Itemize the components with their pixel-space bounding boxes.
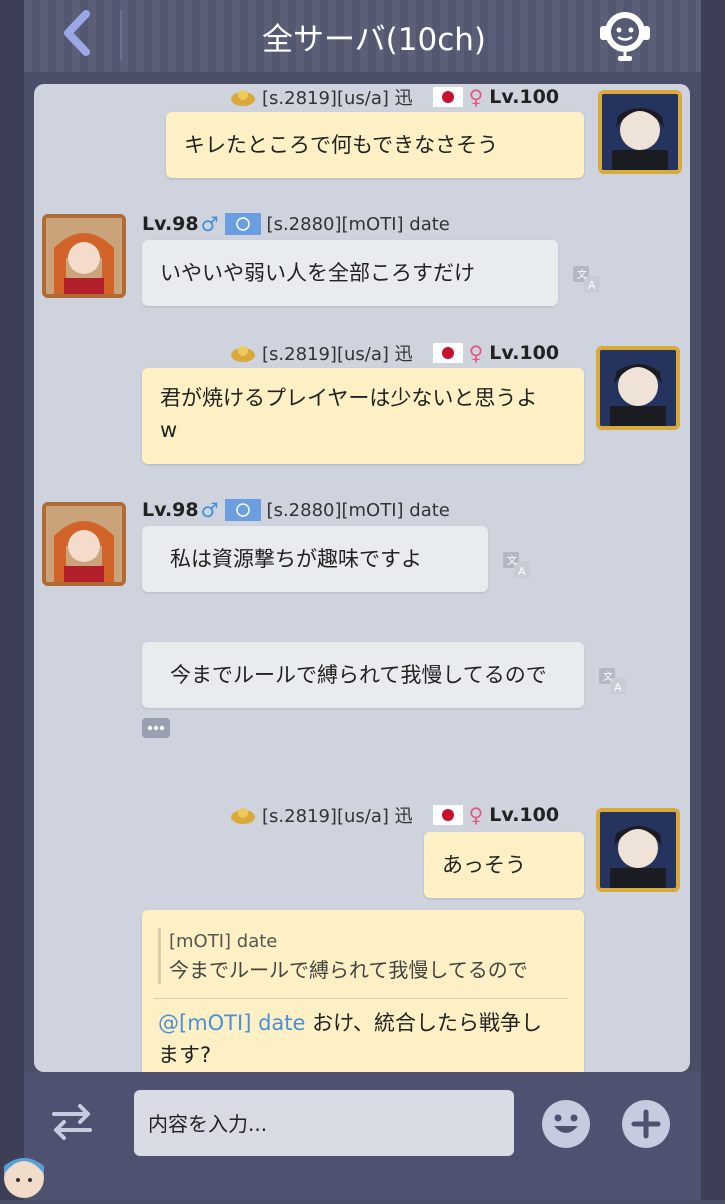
- message-bubble[interactable]: 君が焼けるプレイヤーは少ないと思うよ w: [142, 368, 584, 464]
- quoted-author: [mOTI] date: [169, 931, 278, 952]
- quoted-message[interactable]: [mOTI] date 今までルールで縛られて我慢してるので: [158, 928, 568, 984]
- female-icon: ♀: [468, 341, 484, 365]
- side-border-left: [0, 0, 24, 1200]
- sender-level: Lv.100: [489, 86, 560, 108]
- avatar-portrait-icon: [600, 350, 676, 426]
- sender-server: [s.2819][us/a] 迅: [262, 806, 413, 827]
- sender-level: Lv.100: [489, 804, 560, 826]
- header-bar: 全サーバ(10ch): [24, 0, 701, 72]
- message-meta: Lv.98 ♂ [s.2880][mOTI] date: [142, 498, 450, 522]
- message-bubble[interactable]: 私は資源撃ちが趣味ですよ: [142, 526, 488, 592]
- message-text: 今までルールで縛られて我慢してるので: [170, 663, 547, 687]
- avatar[interactable]: [42, 502, 126, 586]
- app-frame: 全サーバ(10ch) [s.2819][us/a] 迅 ♀ Lv.100 キレた…: [0, 0, 725, 1200]
- headset-icon: [600, 12, 650, 61]
- laurel-badge-icon: [231, 808, 255, 824]
- message-text: 私は資源撃ちが趣味ですよ: [170, 547, 422, 571]
- laurel-badge-icon: [231, 346, 255, 362]
- message-bubble[interactable]: いやいや弱い人を全部ころすだけ: [142, 240, 558, 306]
- translate-icon: 文A: [599, 668, 626, 694]
- smiley-icon: [542, 1100, 590, 1148]
- switch-channel-button[interactable]: [48, 1100, 96, 1144]
- message-meta: [s.2819][us/a] 迅 ♀ Lv.100: [230, 802, 559, 828]
- reply-message-bubble[interactable]: [mOTI] date 今までルールで縛られて我慢してるので @[mOTI] d…: [142, 910, 584, 1072]
- svg-text:文: 文: [577, 268, 587, 281]
- svg-text:A: A: [518, 565, 526, 578]
- ellipsis-icon: [147, 725, 165, 731]
- mascot-avatar-icon: [4, 1158, 44, 1198]
- avatar[interactable]: [596, 346, 680, 430]
- sender-server: [s.2819][us/a] 迅: [262, 88, 413, 109]
- translate-button[interactable]: 文A: [598, 666, 628, 696]
- svg-text:A: A: [614, 681, 622, 694]
- quote-divider: [154, 998, 568, 999]
- message-input[interactable]: 内容を入力...: [134, 1090, 514, 1156]
- avatar-portrait-icon: [600, 812, 676, 888]
- quoted-text: 今までルールで縛られて我慢してるので: [169, 958, 528, 982]
- header-divider: [120, 10, 122, 60]
- reply-body: @[mOTI] date おけ、統合したら戦争し ます?: [158, 1007, 568, 1071]
- laurel-badge-icon: [231, 90, 255, 106]
- emoji-button[interactable]: [540, 1098, 592, 1150]
- sender-server: [s.2880][mOTI] date: [266, 213, 450, 235]
- chat-area[interactable]: [s.2819][us/a] 迅 ♀ Lv.100 キレたところで何もできなさそ…: [34, 84, 690, 1072]
- un-flag-icon: [224, 213, 261, 235]
- message-text-line: w: [160, 418, 178, 442]
- svg-text:A: A: [588, 279, 596, 292]
- floating-mascot-button[interactable]: [0, 1148, 48, 1200]
- female-icon: ♀: [468, 85, 484, 109]
- message-text: おけ、統合したら戦争し: [305, 1011, 543, 1035]
- japan-flag-icon: [432, 343, 463, 363]
- sender-level: Lv.98: [142, 499, 199, 521]
- avatar-portrait-icon: [46, 506, 122, 582]
- message-text: いやいや弱い人を全部ころすだけ: [160, 261, 475, 285]
- customer-support-button[interactable]: [594, 6, 656, 62]
- message-meta: [s.2819][us/a] 迅 ♀ Lv.100: [230, 84, 559, 110]
- svg-text:文: 文: [603, 670, 613, 683]
- sender-server: [s.2819][us/a] 迅: [262, 344, 413, 365]
- japan-flag-icon: [432, 87, 463, 107]
- input-bar: 内容を入力...: [4, 1072, 701, 1200]
- translate-icon: 文A: [573, 266, 600, 292]
- more-options-button[interactable]: [142, 718, 170, 738]
- avatar-portrait-icon: [602, 94, 678, 170]
- message-bubble[interactable]: 今までルールで縛られて我慢してるので: [142, 642, 584, 708]
- message-text-line: ます?: [158, 1043, 212, 1067]
- mention-link[interactable]: @[mOTI] date: [158, 1011, 305, 1035]
- avatar[interactable]: [596, 808, 680, 892]
- svg-text:文: 文: [507, 554, 517, 567]
- message-meta: [s.2819][us/a] 迅 ♀ Lv.100: [230, 340, 559, 366]
- message-bubble[interactable]: あっそう: [424, 832, 584, 898]
- un-flag-icon: [224, 499, 261, 521]
- translate-icon: 文A: [503, 552, 530, 578]
- side-border-right: [701, 0, 725, 1200]
- add-button[interactable]: [620, 1098, 672, 1150]
- avatar[interactable]: [42, 214, 126, 298]
- plus-icon: [622, 1100, 670, 1148]
- avatar[interactable]: [598, 90, 682, 174]
- japan-flag-icon: [432, 805, 463, 825]
- message-meta: Lv.98 ♂ [s.2880][mOTI] date: [142, 212, 450, 236]
- message-bubble[interactable]: キレたところで何もできなさそう: [166, 112, 584, 178]
- page-title: 全サーバ(10ch): [261, 22, 487, 58]
- translate-button[interactable]: 文A: [572, 264, 602, 294]
- translate-button[interactable]: 文A: [502, 550, 532, 580]
- avatar-portrait-icon: [46, 218, 122, 294]
- sender-level: Lv.98: [142, 213, 199, 235]
- sender-level: Lv.100: [489, 342, 560, 364]
- back-button[interactable]: [54, 8, 104, 58]
- input-placeholder: 内容を入力...: [148, 1112, 268, 1136]
- male-icon: ♂: [200, 212, 219, 236]
- female-icon: ♀: [468, 803, 484, 827]
- sender-server: [s.2880][mOTI] date: [266, 499, 450, 521]
- male-icon: ♂: [200, 498, 219, 522]
- message-text-line: 君が焼けるプレイヤーは少ないと思うよ: [160, 386, 538, 410]
- message-text: キレたところで何もできなさそう: [184, 133, 499, 157]
- swap-arrows-icon: [52, 1104, 92, 1140]
- message-text: あっそう: [442, 853, 526, 877]
- chevron-left-icon: [64, 10, 90, 56]
